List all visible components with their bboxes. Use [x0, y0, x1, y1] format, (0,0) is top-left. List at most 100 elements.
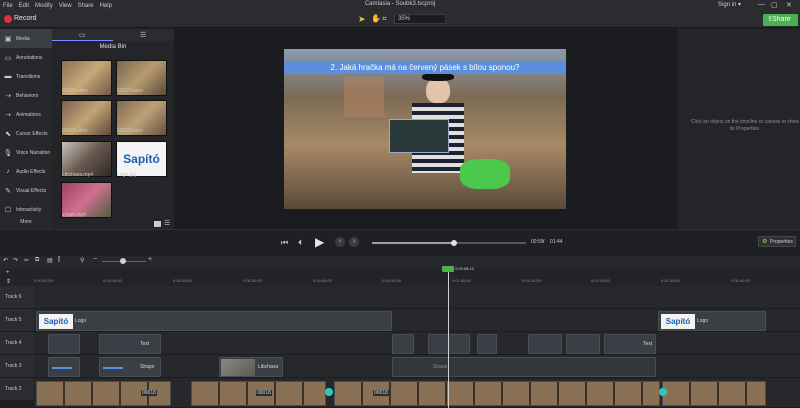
zoom-select[interactable]: 35%	[394, 14, 446, 24]
crop-tool-icon[interactable]: ⌗	[382, 14, 387, 24]
track-lane[interactable]	[34, 286, 800, 309]
sidebar-item-audio-effects[interactable]: ♪ Audio Effects	[0, 162, 52, 181]
sidebar-item-animations[interactable]: ➝ Animations	[0, 105, 52, 124]
copy-icon[interactable]: ⧉	[35, 257, 39, 264]
menu-edit[interactable]: Edit	[19, 3, 29, 9]
sidebar-item-annotations[interactable]: ▭ Annotations	[0, 48, 52, 67]
menu-share[interactable]: Share	[78, 3, 94, 9]
media-label: 00019.wmv	[117, 128, 143, 134]
track-label[interactable]: Track 2	[0, 378, 34, 401]
menu-modify[interactable]: Modify	[35, 3, 53, 9]
redo-icon[interactable]: ↷	[13, 257, 18, 264]
ruler-label: 0:01:00;00	[452, 278, 471, 283]
video-preview[interactable]: 2. Jaká hračka má na červený pásek s bíl…	[284, 49, 566, 209]
text-clip[interactable]	[528, 334, 562, 354]
playhead-line[interactable]	[448, 266, 449, 408]
text-clip[interactable]: Text	[99, 334, 161, 354]
transition-marker[interactable]	[325, 388, 333, 396]
collapse-tracks-icon[interactable]: ⇕	[6, 278, 11, 285]
track-label[interactable]: Track 3	[0, 355, 34, 378]
text-clip[interactable]: Text	[604, 334, 656, 354]
record-button[interactable]: Record	[14, 15, 37, 22]
ruler-label: 0:01:10;00	[522, 278, 541, 283]
hat-region	[422, 73, 454, 81]
toy-box	[389, 119, 449, 153]
window-title: Camtasia - Soubk3.tscproj	[364, 1, 436, 7]
sidebar-item-visual-effects[interactable]: ✎ Visual Effects	[0, 181, 52, 200]
libchava-clip[interactable]: Libchava	[219, 357, 283, 377]
text-clip[interactable]	[428, 334, 470, 354]
sign-in-link[interactable]: Sign in ▾	[718, 1, 741, 8]
prev-clip-icon[interactable]: ‹	[335, 237, 345, 247]
sidebar-item-transitions[interactable]: ▬ Transitions	[0, 67, 52, 86]
step-back-icon[interactable]: ⏮	[281, 238, 288, 248]
video-clip[interactable]: 00018	[191, 381, 326, 406]
list-view-icon[interactable]: ☰	[164, 219, 170, 227]
scrub-track[interactable]	[372, 240, 526, 246]
zoom-out-icon[interactable]: −	[93, 256, 97, 263]
track-label[interactable]: Track 4	[0, 332, 34, 355]
playhead-time: 0:00:58;15	[455, 266, 474, 271]
select-tool-icon[interactable]: ➤	[358, 14, 368, 24]
pan-tool-icon[interactable]: ✋	[371, 14, 381, 23]
ruler-label: 0:00:20;00	[173, 278, 192, 283]
text-clip[interactable]	[392, 334, 414, 354]
transition-marker[interactable]	[659, 388, 667, 396]
cut-icon[interactable]: ✂	[24, 257, 29, 264]
text-clip[interactable]	[566, 334, 600, 354]
record-icon[interactable]	[4, 15, 12, 23]
split-icon[interactable]: ⫿	[58, 257, 60, 264]
logo-clip[interactable]: Sapító Logo	[658, 311, 766, 331]
shape-preview	[103, 367, 123, 369]
video-clip[interactable]: 00018	[334, 381, 660, 406]
text-clip[interactable]	[477, 334, 497, 354]
track-label[interactable]: Track 6	[0, 286, 34, 309]
menu-view[interactable]: View	[59, 3, 72, 9]
ruler-label: 0:00:50;00	[382, 278, 401, 283]
shape-clip[interactable]	[48, 357, 80, 377]
grid-view-icon[interactable]	[154, 221, 161, 227]
add-track-icon[interactable]: +	[6, 270, 10, 276]
ruler-label: 0:01:40;00	[731, 278, 750, 283]
menu-help[interactable]: Help	[100, 3, 112, 9]
shape-clip[interactable]: Shape	[392, 357, 656, 377]
minimize-icon[interactable]: —	[758, 1, 765, 8]
logo-clip[interactable]: Sapító Logo	[36, 311, 392, 331]
playhead-handle[interactable]	[442, 266, 454, 272]
zoom-in-icon[interactable]: +	[148, 256, 152, 263]
sidebar-item-interactivity[interactable]: ☐ Interactivity	[0, 200, 52, 219]
sidebar-item-cursor-effects[interactable]: ⬉ Cursor Effects	[0, 124, 52, 143]
library-tab-icon[interactable]: ☰	[140, 31, 146, 39]
sidebar-item-media[interactable]: ▣ Media	[0, 29, 52, 48]
sidebar-item-voice-narration[interactable]: 🎙 Voice Narration	[0, 143, 52, 162]
timeline-ruler[interactable]	[0, 268, 800, 286]
more-button[interactable]: More	[0, 219, 52, 225]
maximize-icon[interactable]: ▢	[771, 1, 778, 9]
shelf-region	[344, 77, 384, 117]
text-clip[interactable]	[48, 334, 80, 354]
close-icon[interactable]: ✕	[786, 1, 792, 9]
media-label: Logo.jpg	[117, 172, 137, 178]
video-clip[interactable]: 00018	[36, 381, 171, 406]
prev-frame-icon[interactable]: ⏴	[298, 238, 302, 248]
sidebar-item-behaviors[interactable]: ⇢ Behaviors	[0, 86, 52, 105]
interactivity-icon: ☐	[4, 206, 12, 214]
play-icon[interactable]: ▶	[315, 235, 324, 249]
video-clip[interactable]	[662, 381, 766, 406]
media-label: 00018.wmv	[62, 128, 88, 134]
ruler-label: 0:00:00;00	[34, 278, 53, 283]
paste-icon[interactable]: ▤	[47, 257, 53, 264]
zoom-slider-handle[interactable]	[120, 258, 126, 264]
media-label: 00017.wmv	[117, 88, 143, 94]
animation-icon: ➝	[5, 111, 11, 119]
mic-icon: 🎙	[3, 149, 13, 157]
menu-file[interactable]: File	[3, 3, 13, 9]
properties-hint: Click an object on the timeline or canva…	[690, 119, 800, 132]
undo-icon[interactable]: ↶	[3, 257, 8, 264]
properties-button[interactable]: ⚙ Properties	[758, 236, 796, 247]
shape-clip[interactable]: Shape	[99, 357, 161, 377]
next-clip-icon[interactable]: ›	[349, 237, 359, 247]
scrub-handle[interactable]	[450, 240, 457, 246]
audio-icon: ♪	[6, 168, 10, 175]
track-label[interactable]: Track 5	[0, 309, 34, 332]
